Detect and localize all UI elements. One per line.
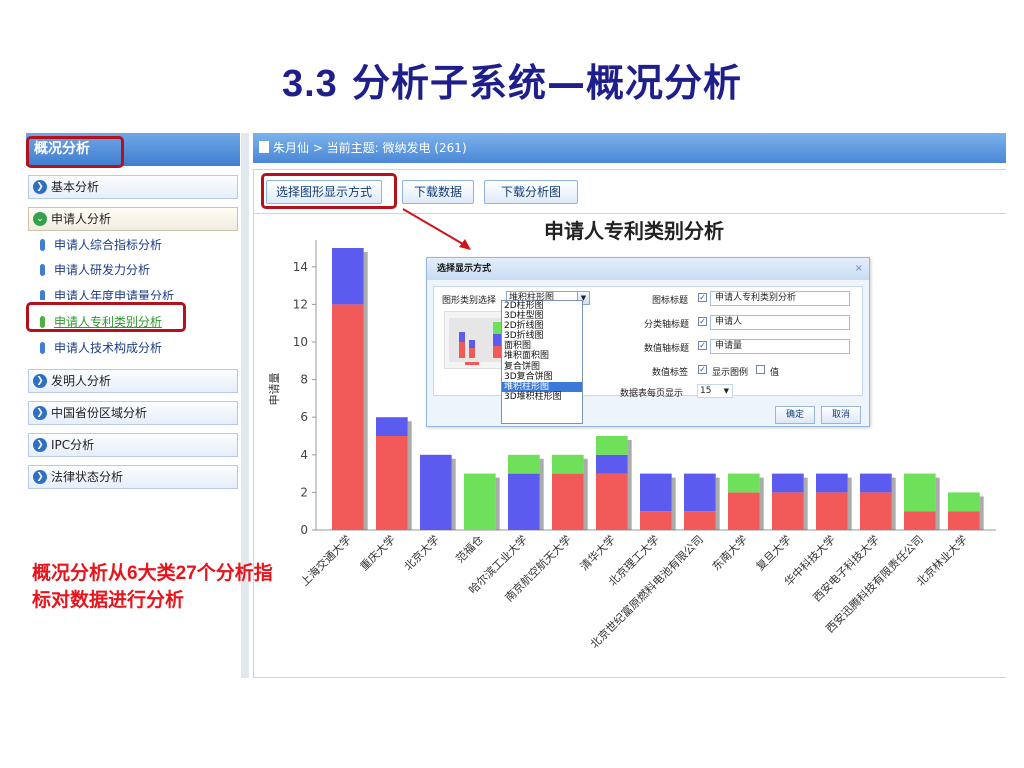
chart-type-option[interactable]: 2D柱形图 xyxy=(502,301,582,311)
chart-type-option[interactable]: 复合饼图 xyxy=(502,362,582,372)
chart-type-option[interactable]: 2D折线图 xyxy=(502,321,582,331)
note-part-number: 6 xyxy=(127,563,138,584)
slide-title-number: 3.3 xyxy=(281,63,338,105)
chart-type-option[interactable]: 3D柱型图 xyxy=(502,311,582,321)
slide-title-text: 分析子系统—概况分析 xyxy=(352,61,743,105)
note-part: 大类 xyxy=(137,562,176,584)
note-part-number: 27 xyxy=(175,563,197,584)
note-part: 概况分析从 xyxy=(32,562,128,584)
chart-type-options-list[interactable]: 2D柱形图 3D柱型图 2D折线图 3D折线图 面积图 堆积面积图 复合饼图 3… xyxy=(501,300,583,424)
annotation-text: 概况分析从6大类27个分析指标对数据进行分析 xyxy=(32,560,280,613)
slide-title: 3.3 分析子系统—概况分析 xyxy=(0,52,1024,107)
chart-type-option[interactable]: 3D折线图 xyxy=(502,331,582,341)
chart-type-option[interactable]: 3D复合饼图 xyxy=(502,372,582,382)
chart-type-option-selected[interactable]: 堆积柱形图 xyxy=(502,381,582,392)
chart-type-option[interactable]: 面积图 xyxy=(502,341,582,351)
chart-type-option[interactable]: 堆积面积图 xyxy=(502,351,582,361)
chart-type-option[interactable]: 3D堆积柱形图 xyxy=(502,392,582,402)
